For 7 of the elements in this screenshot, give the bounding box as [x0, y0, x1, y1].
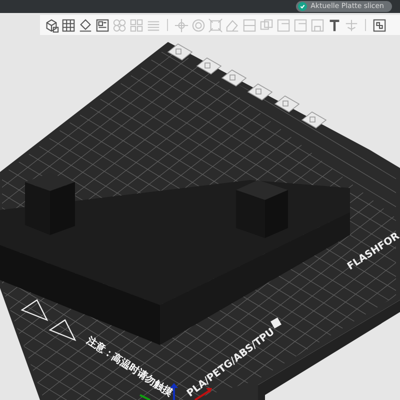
assembly-tool[interactable]: [371, 16, 388, 34]
check-icon: [298, 2, 307, 11]
grid-tool[interactable]: [60, 16, 77, 34]
orient-tool[interactable]: [77, 16, 94, 34]
arrange-tool[interactable]: [94, 16, 111, 34]
heat-warning-icon: [20, 299, 76, 342]
warning-text: 注意：高温时请勿触摸: [84, 335, 174, 399]
